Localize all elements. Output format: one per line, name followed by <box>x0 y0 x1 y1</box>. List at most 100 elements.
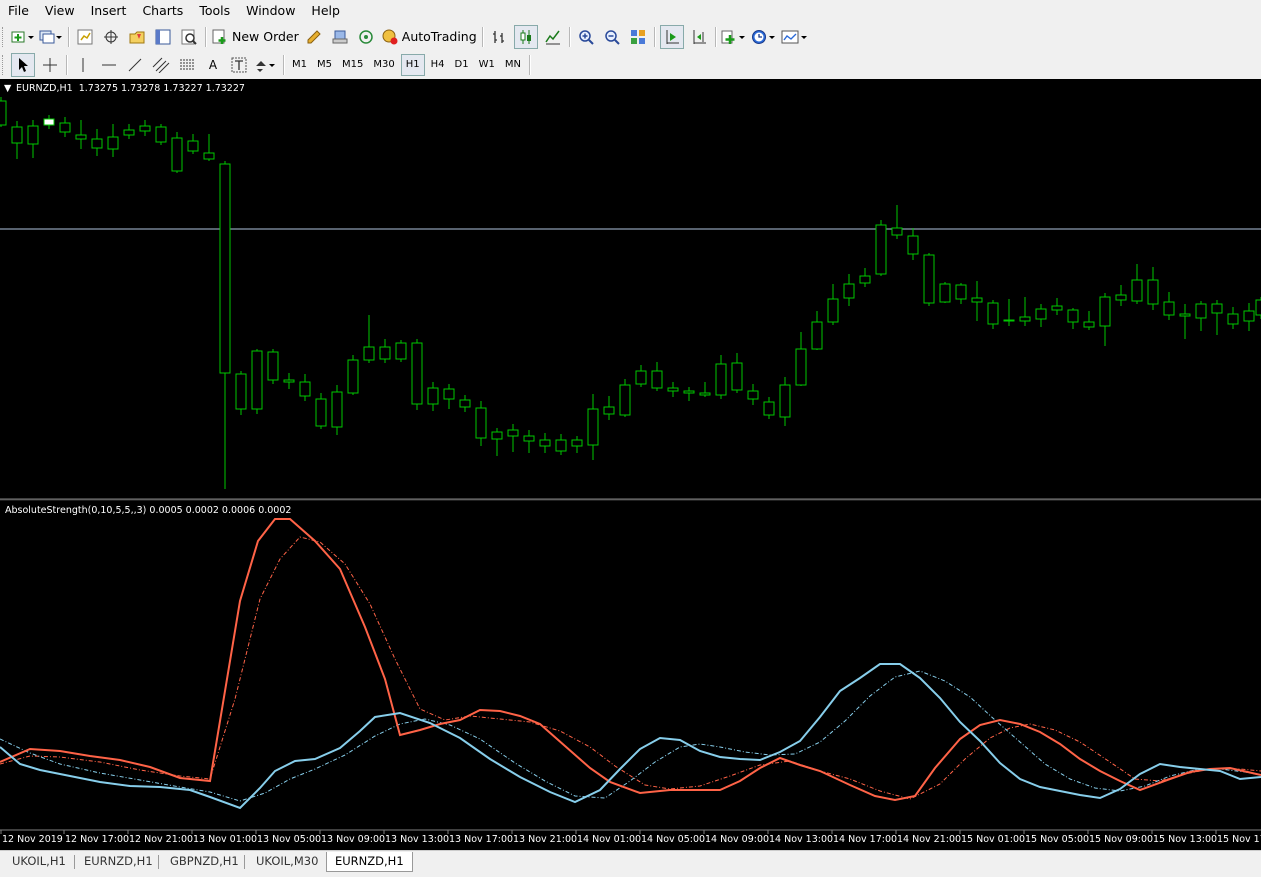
autotrading-button[interactable]: AutoTrading <box>381 26 477 48</box>
crosshair-icon[interactable] <box>39 54 61 76</box>
candlestick <box>251 349 263 414</box>
arrows-icon[interactable] <box>254 54 278 76</box>
new-order-button[interactable]: New Order <box>211 26 299 48</box>
timeframe-m5[interactable]: M5 <box>313 55 336 75</box>
chart-tabs-bar: UKOIL,H1 EURNZD,H1 GBPNZD,H1 UKOIL,M30 E… <box>0 850 1261 877</box>
bear-signal-line <box>0 670 1261 802</box>
menu-view[interactable]: View <box>37 0 83 22</box>
indicators-icon[interactable] <box>721 26 747 48</box>
tab-eurnzd-h1[interactable]: EURNZD,H1 <box>76 852 161 871</box>
timeframe-m1[interactable]: M1 <box>288 55 311 75</box>
candlestick <box>203 134 215 161</box>
candlestick <box>459 395 471 412</box>
timeframe-h4[interactable]: H4 <box>427 55 449 75</box>
candlestick <box>1067 308 1079 329</box>
candlestick <box>235 371 247 415</box>
templates-icon[interactable] <box>781 26 809 48</box>
market-icon[interactable] <box>355 26 377 48</box>
menu-tools[interactable]: Tools <box>191 0 238 22</box>
tab-eurnzd-h1-active[interactable]: EURNZD,H1 <box>326 852 413 872</box>
horizontal-line-icon[interactable] <box>98 54 120 76</box>
toolbar-grip[interactable] <box>2 26 6 47</box>
timeframe-w1[interactable]: W1 <box>475 55 499 75</box>
time-label: 15 Nov 17 <box>1217 834 1261 845</box>
bar-chart-icon[interactable] <box>488 26 510 48</box>
tile-windows-icon[interactable] <box>627 26 649 48</box>
vertical-line-icon[interactable] <box>72 54 94 76</box>
candlestick <box>971 281 983 321</box>
menu-file[interactable]: File <box>0 0 37 22</box>
text-tool-label: A <box>208 57 218 72</box>
tab-ukoil-h1[interactable]: UKOIL,H1 <box>4 852 74 871</box>
candlestick <box>1115 285 1127 306</box>
tab-ukoil-m30[interactable]: UKOIL,M30 <box>248 852 326 871</box>
equidistant-channel-icon[interactable] <box>150 54 172 76</box>
candlestick <box>619 379 631 417</box>
candlestick <box>939 282 951 303</box>
candlestick <box>155 124 167 145</box>
time-label: 12 Nov 2019 <box>2 834 63 845</box>
candlestick <box>875 220 887 276</box>
candlestick <box>891 205 903 239</box>
profiles-icon[interactable] <box>39 26 63 48</box>
candlestick <box>1003 299 1015 326</box>
candlestick <box>219 161 231 489</box>
menu-charts[interactable]: Charts <box>134 0 191 22</box>
text-tool-icon[interactable]: A <box>202 54 224 76</box>
timeframe-h1[interactable]: H1 <box>400 53 425 76</box>
menu-insert[interactable]: Insert <box>83 0 135 22</box>
candlestick <box>859 268 871 287</box>
symbol-info-arrow[interactable]: ▼ <box>4 83 11 94</box>
candlestick-icon[interactable] <box>513 24 538 49</box>
terminal-icon[interactable] <box>152 26 174 48</box>
autoscroll-icon[interactable] <box>688 26 710 48</box>
candlestick <box>171 132 183 173</box>
candlestick <box>363 315 375 363</box>
text-label-icon[interactable] <box>228 54 250 76</box>
cursor-icon[interactable] <box>11 52 35 77</box>
candlestick <box>747 384 759 405</box>
candlestick <box>395 340 407 362</box>
time-label: 13 Nov 21:00 <box>513 834 577 845</box>
trendline-icon[interactable] <box>124 54 146 76</box>
candlestick <box>539 433 551 453</box>
fibonacci-icon[interactable] <box>176 54 198 76</box>
timeframe-m15[interactable]: M15 <box>338 55 367 75</box>
data-window-icon[interactable] <box>100 26 122 48</box>
candlestick <box>955 283 967 304</box>
menu-window[interactable]: Window <box>238 0 303 22</box>
metaeditor-icon[interactable] <box>303 26 325 48</box>
candlestick <box>1163 292 1175 320</box>
periods-icon[interactable] <box>751 26 777 48</box>
line-studies-toolbar: A M1 M5 M15 M30 H1 H4 D1 W1 MN <box>0 51 1261 78</box>
toolbar-separator <box>528 54 530 75</box>
signals-icon[interactable] <box>329 26 351 48</box>
candlestick <box>427 382 439 411</box>
price-chart-canvas[interactable]: 12 Nov 2019 12 Nov 17:00 12 Nov 21:00 13 No… <box>0 79 1261 850</box>
toolbar-grip[interactable] <box>2 54 6 75</box>
tab-gbpnzd-h1[interactable]: GBPNZD,H1 <box>162 852 247 871</box>
candlestick <box>299 374 311 401</box>
new-chart-icon[interactable] <box>11 26 35 48</box>
timeframe-d1[interactable]: D1 <box>451 55 473 75</box>
time-axis: 12 Nov 2019 12 Nov 17:00 12 Nov 21:00 13 No… <box>0 830 1261 845</box>
timeframe-m30[interactable]: M30 <box>369 55 398 75</box>
navigator-icon[interactable] <box>126 26 148 48</box>
chart-window[interactable]: 12 Nov 2019 12 Nov 17:00 12 Nov 21:00 13 No… <box>0 79 1261 850</box>
candlestick <box>91 129 103 156</box>
candlestick <box>1131 264 1143 304</box>
time-label: 13 Nov 01:00 <box>193 834 257 845</box>
zoom-in-icon[interactable] <box>575 26 597 48</box>
time-label: 15 Nov 05:00 <box>1025 834 1089 845</box>
chart-shift-icon[interactable] <box>659 24 684 49</box>
zoom-out-icon[interactable] <box>601 26 623 48</box>
candlestick <box>107 124 119 157</box>
toolbar-separator <box>714 26 716 47</box>
line-chart-icon[interactable] <box>542 26 564 48</box>
market-watch-icon[interactable] <box>74 26 96 48</box>
strategy-tester-icon[interactable] <box>178 26 200 48</box>
candlestick <box>411 339 423 410</box>
candlestick <box>555 434 567 455</box>
menu-help[interactable]: Help <box>303 0 348 22</box>
timeframe-mn[interactable]: MN <box>501 55 525 75</box>
